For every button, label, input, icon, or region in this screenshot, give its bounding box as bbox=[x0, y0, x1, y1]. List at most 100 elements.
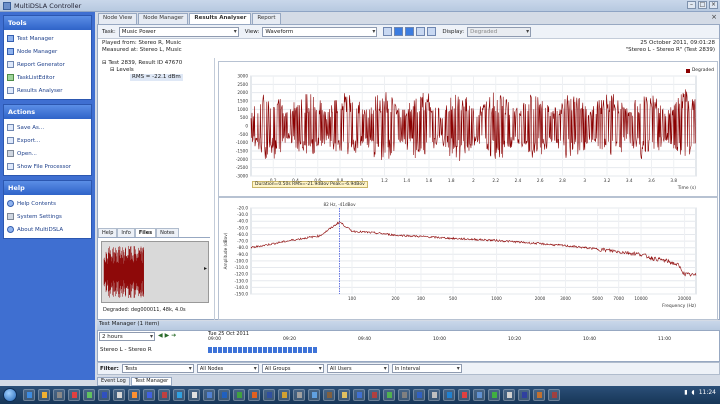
tab-event-log[interactable]: Event Log bbox=[97, 377, 130, 386]
tools-item-tasklist-editor[interactable]: TaskListEditor bbox=[7, 71, 88, 84]
time-range-select[interactable]: 2 hours bbox=[99, 332, 155, 341]
taskbar-app-icon[interactable] bbox=[218, 389, 230, 401]
tab-files[interactable]: Files bbox=[134, 228, 157, 237]
taskbar-app-icon[interactable] bbox=[188, 389, 200, 401]
test-run-block[interactable] bbox=[298, 347, 302, 353]
taskbar-app-icon[interactable] bbox=[83, 389, 95, 401]
test-run-block[interactable] bbox=[253, 347, 257, 353]
taskbar-app-icon[interactable] bbox=[248, 389, 260, 401]
filter-interval-select[interactable]: In Interval bbox=[391, 364, 462, 373]
tree-node-rms[interactable]: RMS = -22.1 dBm bbox=[130, 74, 183, 81]
test-run-block[interactable] bbox=[303, 347, 307, 353]
taskbar-app-icon[interactable] bbox=[458, 389, 470, 401]
action-show-file-processor[interactable]: Show File Processor bbox=[7, 160, 88, 173]
play-icon[interactable] bbox=[394, 27, 404, 36]
tools-item-report-generator[interactable]: Report Generator bbox=[7, 58, 88, 71]
taskbar-app-icon[interactable] bbox=[128, 389, 140, 401]
start-button[interactable] bbox=[3, 388, 17, 402]
minimize-button[interactable]: – bbox=[687, 1, 696, 9]
test-run-block[interactable] bbox=[213, 347, 217, 353]
taskbar-app-icon[interactable] bbox=[503, 389, 515, 401]
action-open[interactable]: Open... bbox=[7, 147, 88, 160]
tab-node-manager[interactable]: Node Manager bbox=[138, 13, 189, 24]
taskbar-app-icon[interactable] bbox=[443, 389, 455, 401]
taskbar-app-icon[interactable] bbox=[488, 389, 500, 401]
tab-results-analyser[interactable]: Results Analyser bbox=[189, 13, 252, 24]
tab-report[interactable]: Report bbox=[252, 13, 281, 24]
taskbar-app-icon[interactable] bbox=[323, 389, 335, 401]
tree-node-test[interactable]: ⊟ Test 2839, Result ID 47670 bbox=[102, 60, 212, 67]
task-select[interactable]: Music Power bbox=[118, 26, 239, 37]
volume-icon[interactable]: ◖ bbox=[692, 389, 695, 396]
taskbar-app-icon[interactable] bbox=[53, 389, 65, 401]
taskbar-app-icon[interactable] bbox=[173, 389, 185, 401]
help-item-about[interactable]: About MultiDSLA bbox=[7, 223, 88, 236]
test-run-block[interactable] bbox=[278, 347, 282, 353]
thumbnail-menu-icon[interactable]: ▸ bbox=[204, 265, 207, 272]
taskbar-app-icon[interactable] bbox=[383, 389, 395, 401]
test-run-block[interactable] bbox=[228, 347, 232, 353]
test-run-block[interactable] bbox=[313, 347, 317, 353]
test-run-block[interactable] bbox=[223, 347, 227, 353]
test-run-block[interactable] bbox=[283, 347, 287, 353]
taskbar-app-icon[interactable] bbox=[143, 389, 155, 401]
taskbar-app-icon[interactable] bbox=[428, 389, 440, 401]
stop-icon[interactable] bbox=[383, 27, 393, 36]
taskbar-app-icon[interactable] bbox=[233, 389, 245, 401]
view-select[interactable]: Waveform bbox=[262, 26, 378, 37]
taskbar-app-icon[interactable] bbox=[293, 389, 305, 401]
action-save-as[interactable]: Save As... bbox=[7, 121, 88, 134]
tools-item-node-manager[interactable]: Node Manager bbox=[7, 45, 88, 58]
test-run-block[interactable] bbox=[268, 347, 272, 353]
test-run-block[interactable] bbox=[218, 347, 222, 353]
taskbar-app-icon[interactable] bbox=[353, 389, 365, 401]
play-reference-icon[interactable] bbox=[405, 27, 415, 36]
tools-header[interactable]: Tools bbox=[4, 16, 91, 30]
test-run-block[interactable] bbox=[308, 347, 312, 353]
close-button[interactable]: × bbox=[709, 1, 718, 9]
taskbar-app-icon[interactable] bbox=[113, 389, 125, 401]
taskbar-app-icon[interactable] bbox=[23, 389, 35, 401]
clock[interactable]: 11:24 bbox=[699, 389, 716, 396]
network-icon[interactable]: ▮ bbox=[684, 389, 687, 396]
filter-users-select[interactable]: All Users bbox=[326, 364, 389, 373]
test-run-block[interactable] bbox=[243, 347, 247, 353]
tab-node-view[interactable]: Node View bbox=[98, 13, 138, 24]
test-row[interactable]: Stereo L - Stereo R bbox=[98, 345, 719, 355]
taskbar-app-icon[interactable] bbox=[278, 389, 290, 401]
tab-info[interactable]: Info bbox=[117, 228, 135, 237]
actions-header[interactable]: Actions bbox=[4, 105, 91, 119]
taskbar-app-icon[interactable] bbox=[413, 389, 425, 401]
test-run-block[interactable] bbox=[273, 347, 277, 353]
test-run-block[interactable] bbox=[258, 347, 262, 353]
test-run-block[interactable] bbox=[293, 347, 297, 353]
taskbar-app-icon[interactable] bbox=[68, 389, 80, 401]
taskbar-app-icon[interactable] bbox=[368, 389, 380, 401]
tree-node-levels[interactable]: ⊟ Levels bbox=[102, 67, 212, 74]
help-item-contents[interactable]: Help Contents bbox=[7, 197, 88, 210]
zoom-icon[interactable] bbox=[416, 27, 426, 36]
tab-notes[interactable]: Notes bbox=[156, 228, 179, 237]
nav-forward-icon[interactable]: ▶ bbox=[165, 332, 170, 339]
settings-icon[interactable] bbox=[427, 27, 437, 36]
taskbar-app-icon[interactable] bbox=[518, 389, 530, 401]
taskbar-app-icon[interactable] bbox=[38, 389, 50, 401]
close-tab-icon[interactable]: × bbox=[711, 13, 717, 21]
filter-type-select[interactable]: Tests bbox=[121, 364, 194, 373]
nav-back-icon[interactable]: ◀ bbox=[158, 332, 163, 339]
taskbar-app-icon[interactable] bbox=[263, 389, 275, 401]
test-run-block[interactable] bbox=[263, 347, 267, 353]
taskbar-app-icon[interactable] bbox=[533, 389, 545, 401]
test-run-block[interactable] bbox=[233, 347, 237, 353]
taskbar-app-icon[interactable] bbox=[548, 389, 560, 401]
taskbar-app-icon[interactable] bbox=[473, 389, 485, 401]
waveform-thumbnail[interactable] bbox=[101, 241, 209, 303]
taskbar-app-icon[interactable] bbox=[398, 389, 410, 401]
filter-nodes-select[interactable]: All Nodes bbox=[196, 364, 259, 373]
test-run-block[interactable] bbox=[248, 347, 252, 353]
help-header[interactable]: Help bbox=[4, 181, 91, 195]
taskbar-app-icon[interactable] bbox=[158, 389, 170, 401]
taskbar-app-icon[interactable] bbox=[203, 389, 215, 401]
test-run-block[interactable] bbox=[238, 347, 242, 353]
nav-now-icon[interactable]: ➔ bbox=[171, 332, 176, 339]
